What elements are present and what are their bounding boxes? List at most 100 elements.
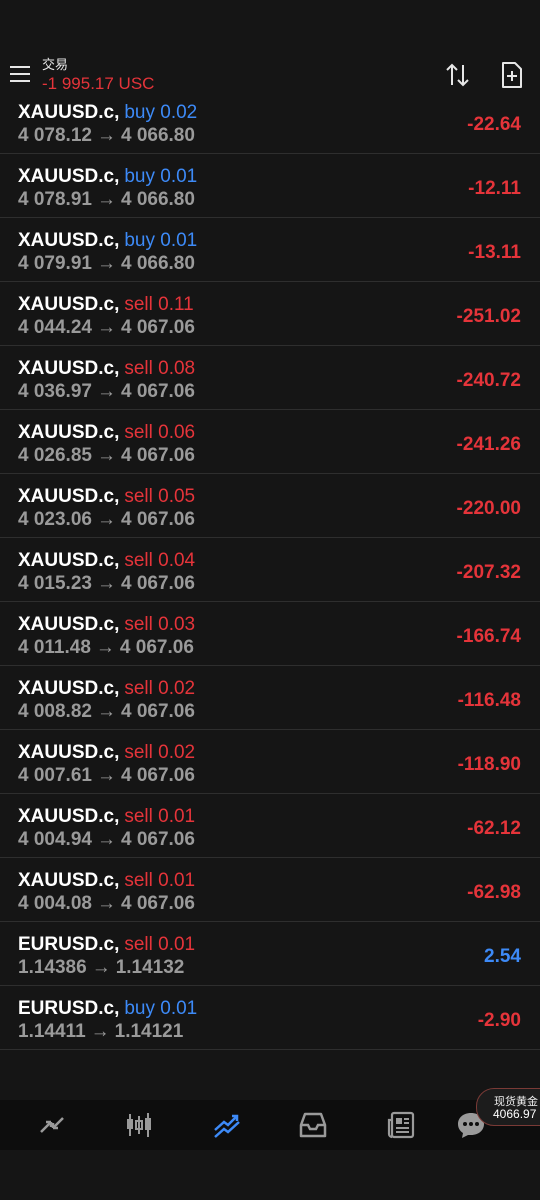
position-profit: -251.02 [456,306,521,327]
position-row[interactable]: XAUUSD.c, sell 0.02 4 007.61 → 4 067.06 -118.… [0,730,540,794]
current-price: 4 067.06 [120,445,195,466]
price-range: 4 008.82 → 4 067.06 [18,701,195,723]
symbol-name: XAUUSD.c, [18,550,120,571]
position-profit: -207.32 [456,562,521,583]
history-icon [299,1112,327,1138]
current-price: 4 067.06 [120,573,195,594]
position-row[interactable]: XAUUSD.c, sell 0.03 4 011.48 → 4 067.06 -166.… [0,602,540,666]
position-profit: -2.90 [477,1010,521,1031]
price-range: 4 079.91 → 4 066.80 [18,253,195,275]
nav-news[interactable] [386,1110,416,1140]
new-order-button[interactable] [500,61,524,89]
current-price: 4 067.06 [120,765,195,786]
position-title: XAUUSD.c, buy 0.01 [18,166,197,188]
nav-history[interactable] [298,1110,328,1140]
position-row[interactable]: XAUUSD.c, sell 0.05 4 023.06 → 4 067.06 -220.… [0,474,540,538]
position-row[interactable]: XAUUSD.c, buy 0.01 4 078.91 → 4 066.80 -12.11 [0,154,540,218]
sort-icon [446,63,469,87]
arrow-right-icon: → [96,445,116,466]
symbol-name: XAUUSD.c, [18,614,120,635]
chart-icon [127,1113,151,1137]
floating-ticker[interactable]: 现货黄金 4066.97 [476,1088,540,1126]
open-price: 4 026.85 [18,445,92,466]
new-order-icon [502,62,522,88]
position-title: XAUUSD.c, sell 0.01 [18,806,195,828]
position-row[interactable]: EURUSD.c, buy 0.01 1.14411 → 1.14121 -2.90 [0,986,540,1050]
price-range: 4 078.12 → 4 066.80 [18,125,195,147]
position-profit: -240.72 [456,370,521,391]
arrow-right-icon: → [96,381,116,402]
current-price: 1.14121 [114,1021,184,1042]
price-range: 4 004.94 → 4 067.06 [18,829,195,851]
open-price: 4 004.08 [18,893,92,914]
arrow-right-icon: → [96,573,116,594]
open-price: 4 078.91 [18,189,92,210]
price-range: 4 011.48 → 4 067.06 [18,637,194,659]
current-price: 4 066.80 [120,125,195,146]
position-title: EURUSD.c, buy 0.01 [18,998,197,1020]
symbol-name: XAUUSD.c, [18,806,120,827]
position-profit: 2.54 [484,946,521,967]
app-header: 交易 -1 995.17 USC [0,0,540,100]
position-title: XAUUSD.c, buy 0.02 [18,102,197,124]
open-price: 4 036.97 [18,381,92,402]
current-price: 4 067.06 [120,893,195,914]
position-row[interactable]: EURUSD.c, sell 0.01 1.14386 → 1.14132 2.54 [0,922,540,986]
symbol-name: EURUSD.c, [18,934,120,955]
menu-icon [10,66,30,68]
current-price: 4 067.06 [120,381,195,402]
price-range: 4 004.08 → 4 067.06 [18,893,195,915]
position-profit: -241.26 [456,434,521,455]
symbol-name: XAUUSD.c, [18,166,120,187]
open-price: 1.14386 [18,957,87,978]
position-row[interactable]: XAUUSD.c, sell 0.01 4 004.94 → 4 067.06 -62.1… [0,794,540,858]
position-profit: -22.64 [467,114,521,135]
current-price: 4 067.06 [119,637,194,658]
position-row[interactable]: XAUUSD.c, sell 0.02 4 008.82 → 4 067.06 -116.… [0,666,540,730]
quotes-icon [40,1117,64,1133]
arrow-right-icon: → [96,765,116,786]
trade-icon [214,1114,240,1138]
system-bar-area [0,1150,540,1200]
position-profit: -62.12 [467,818,521,839]
order-side-volume: sell 0.04 [124,550,196,571]
bottom-navigation [0,1100,540,1150]
position-title: XAUUSD.c, buy 0.01 [18,230,197,252]
open-price: 4 004.94 [18,829,92,850]
nav-trade[interactable] [212,1110,242,1140]
arrow-right-icon: → [95,637,115,658]
order-side-volume: buy 0.01 [124,166,198,187]
current-price: 4 067.06 [120,701,195,722]
price-range: 4 044.24 → 4 067.06 [18,317,195,339]
open-price: 4 079.91 [18,253,92,274]
news-icon [387,1111,415,1139]
position-title: XAUUSD.c, sell 0.06 [18,422,195,444]
arrow-right-icon: → [96,253,116,274]
price-range: 4 007.61 → 4 067.06 [18,765,195,787]
position-row[interactable]: XAUUSD.c, sell 0.04 4 015.23 → 4 067.06 -207.… [0,538,540,602]
arrow-right-icon: → [96,701,116,722]
menu-button[interactable] [10,64,32,84]
nav-quotes[interactable] [37,1110,67,1140]
symbol-name: XAUUSD.c, [18,678,120,699]
position-row[interactable]: XAUUSD.c, sell 0.06 4 026.85 → 4 067.06 -241.… [0,410,540,474]
position-row[interactable]: XAUUSD.c, sell 0.01 4 004.08 → 4 067.06 -62.9… [0,858,540,922]
position-row[interactable]: XAUUSD.c, buy 0.01 4 079.91 → 4 066.80 -13.11 [0,218,540,282]
open-price: 4 007.61 [18,765,92,786]
current-price: 4 067.06 [120,317,195,338]
sort-button[interactable] [444,62,472,88]
open-price: 4 044.24 [18,317,92,338]
order-side-volume: sell 0.11 [124,294,194,315]
current-price: 4 067.06 [120,829,195,850]
symbol-name: XAUUSD.c, [18,230,120,251]
arrow-right-icon: → [90,1021,110,1042]
position-title: XAUUSD.c, sell 0.11 [18,294,194,316]
arrow-right-icon: → [96,829,116,850]
position-row[interactable]: XAUUSD.c, sell 0.08 4 036.97 → 4 067.06 -240.… [0,346,540,410]
price-range: 1.14411 → 1.14121 [18,1021,183,1043]
position-row[interactable]: XAUUSD.c, sell 0.11 4 044.24 → 4 067.06 -251.… [0,282,540,346]
arrow-right-icon: → [96,125,116,146]
position-title: XAUUSD.c, sell 0.02 [18,678,195,700]
order-side-volume: sell 0.01 [124,934,196,955]
nav-chart[interactable] [124,1110,154,1140]
